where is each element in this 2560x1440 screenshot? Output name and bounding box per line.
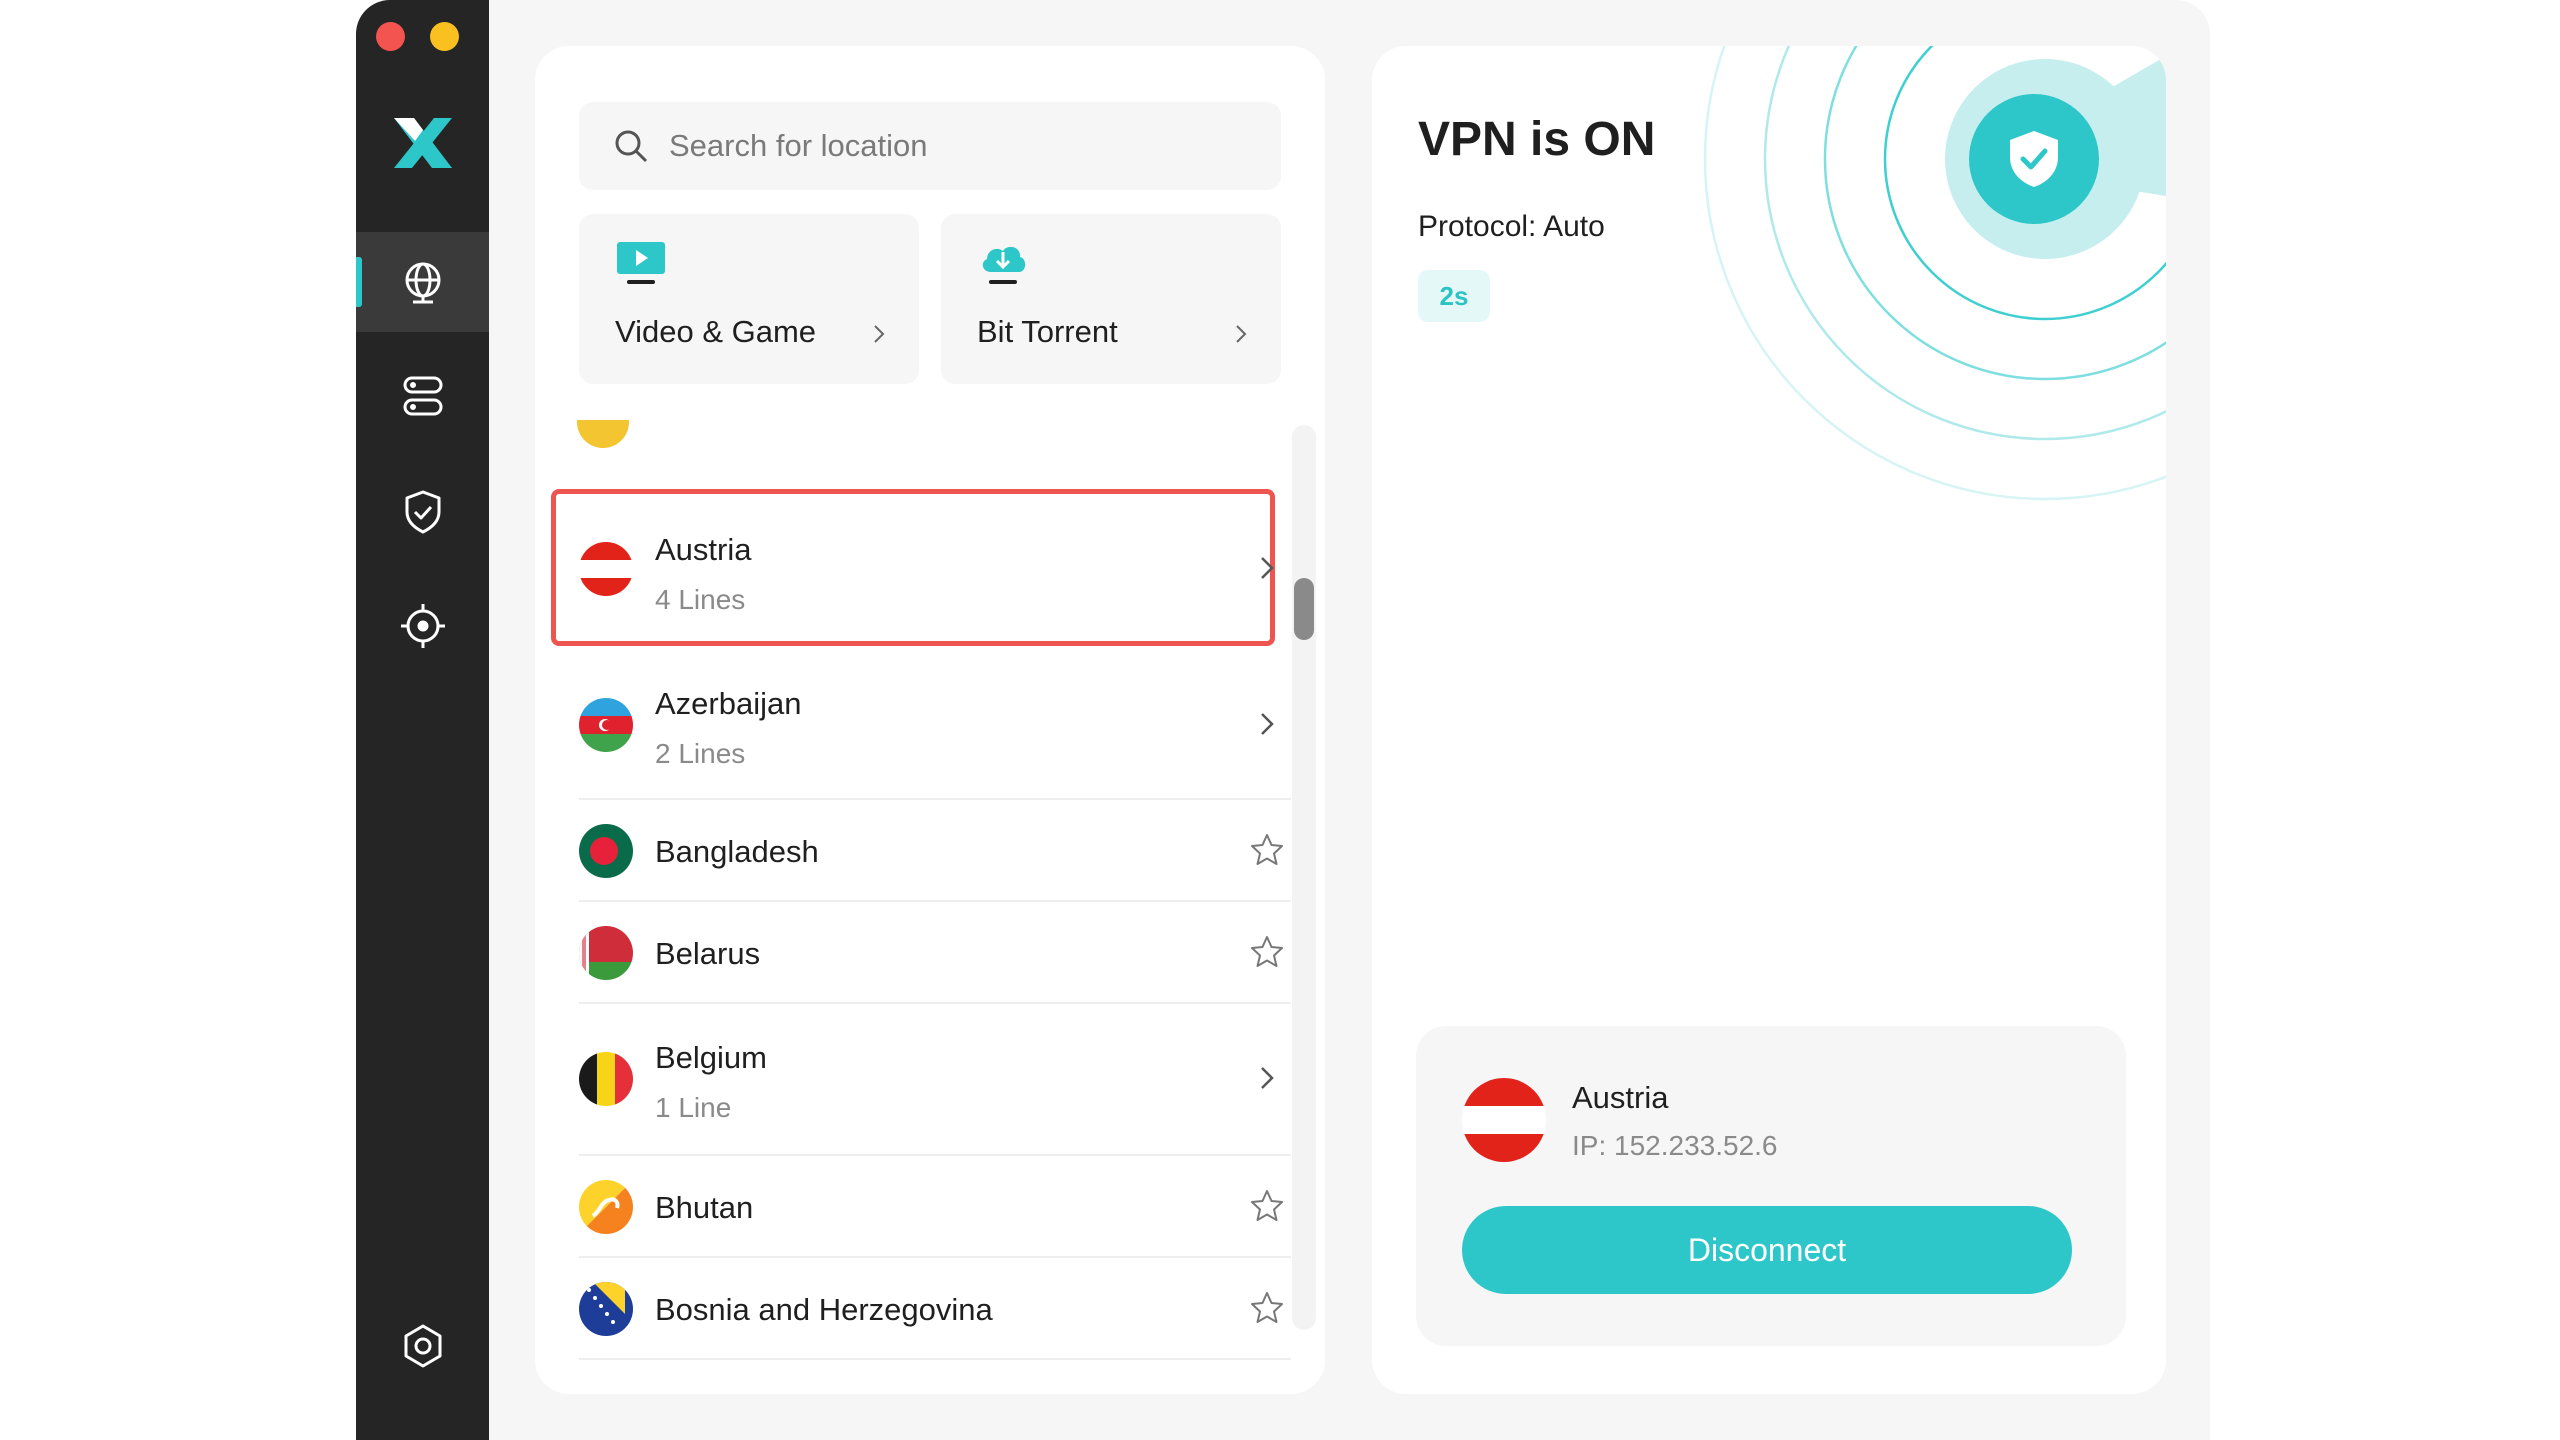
location-name: Bhutan xyxy=(655,1190,754,1225)
location-list-panel: Video & Game Bit Torrent Austria 4 Lines xyxy=(535,46,1325,1394)
search-input[interactable] xyxy=(669,128,1229,164)
category-label: Video & Game xyxy=(615,314,817,349)
connection-card: Austria IP: 152.233.52.6 Disconnect xyxy=(1416,1026,2126,1346)
search-icon xyxy=(615,130,648,163)
close-window-button[interactable] xyxy=(376,22,405,51)
sidebar xyxy=(356,0,489,1440)
active-indicator xyxy=(356,257,362,307)
vpn-status-panel: VPN is ON Protocol: Auto 2s Austria IP: … xyxy=(1372,46,2166,1394)
star-icon[interactable] xyxy=(1249,832,1285,868)
location-name: Bosnia and Herzegovina xyxy=(655,1292,993,1327)
ip-address: IP: 152.233.52.6 xyxy=(1572,1130,1778,1161)
list-item[interactable]: Azerbaijan 2 Lines xyxy=(579,650,1291,800)
austria-flag-icon xyxy=(579,542,633,596)
list-item[interactable]: Austria 4 Lines xyxy=(579,498,1279,638)
search-bar[interactable] xyxy=(579,102,1281,190)
category-bit-torrent[interactable]: Bit Torrent xyxy=(941,214,1281,384)
location-lines: 1 Line xyxy=(655,1092,732,1123)
list-item[interactable]: Bhutan xyxy=(579,1156,1291,1258)
location-lines: 2 Lines xyxy=(655,738,746,769)
location-lines: 4 Lines xyxy=(655,584,746,615)
chevron-right-icon xyxy=(1261,1067,1274,1089)
location-name: Austria xyxy=(655,532,752,567)
belgium-flag-icon xyxy=(579,1052,633,1106)
gear-icon xyxy=(404,1324,441,1368)
chevron-right-icon xyxy=(1261,557,1274,579)
shield-check-icon xyxy=(405,490,440,534)
list-item[interactable]: Bangladesh xyxy=(579,800,1291,902)
scrollbar-thumb[interactable] xyxy=(1294,578,1314,640)
nav-security[interactable] xyxy=(356,462,489,562)
category-video-game[interactable]: Video & Game xyxy=(579,214,919,384)
belarus-flag-icon xyxy=(579,926,633,980)
connected-country: Austria xyxy=(1572,1080,1669,1115)
chevron-right-icon xyxy=(874,325,885,343)
list-item[interactable]: Belarus xyxy=(579,902,1291,1004)
protocol-label: Protocol: Auto xyxy=(1418,210,1605,243)
x-logo-icon xyxy=(394,118,452,168)
server-icon xyxy=(403,376,442,416)
nav-locations[interactable] xyxy=(356,232,489,332)
flag-icon xyxy=(577,420,629,448)
location-name: Bangladesh xyxy=(655,834,819,869)
location-name: Belgium xyxy=(655,1040,767,1075)
chevron-right-icon xyxy=(1236,325,1247,343)
scrollbar-track[interactable] xyxy=(1292,425,1316,1330)
minimize-window-button[interactable] xyxy=(430,22,459,51)
location-name: Azerbaijan xyxy=(655,686,802,721)
nav-settings[interactable] xyxy=(356,1296,489,1396)
connection-timer: 2s xyxy=(1418,270,1490,322)
category-label: Bit Torrent xyxy=(977,314,1118,349)
divider xyxy=(579,1358,1291,1360)
location-list[interactable]: Austria 4 Lines Azerbaijan 2 Lines Bangl… xyxy=(535,420,1325,1394)
star-icon[interactable] xyxy=(1249,1290,1285,1326)
list-item[interactable]: Bosnia and Herzegovina xyxy=(579,1258,1291,1360)
disconnect-button[interactable]: Disconnect xyxy=(1462,1206,2072,1294)
location-name: Belarus xyxy=(655,936,761,971)
bosnia-flag-icon xyxy=(579,1282,633,1336)
nav-target[interactable] xyxy=(356,576,489,676)
crosshair-icon xyxy=(400,604,445,648)
app-window: Video & Game Bit Torrent Austria 4 Lines xyxy=(356,0,2210,1440)
chevron-right-icon xyxy=(1261,713,1274,735)
vpn-shield-badge xyxy=(1969,94,2099,224)
cloud-download-icon xyxy=(982,246,1026,284)
bangladesh-flag-icon xyxy=(579,824,633,878)
shield-check-icon xyxy=(2010,131,2058,187)
bhutan-flag-icon xyxy=(579,1180,633,1234)
azerbaijan-flag-icon xyxy=(579,698,633,752)
vpn-status-title: VPN is ON xyxy=(1418,113,1656,166)
star-icon[interactable] xyxy=(1249,1188,1285,1224)
nav-servers[interactable] xyxy=(356,346,489,446)
list-item[interactable]: Belgium 1 Line xyxy=(579,1004,1291,1156)
austria-flag-icon xyxy=(1462,1078,1546,1162)
globe-icon xyxy=(405,262,440,304)
star-icon[interactable] xyxy=(1249,934,1285,970)
monitor-play-icon xyxy=(617,242,665,284)
